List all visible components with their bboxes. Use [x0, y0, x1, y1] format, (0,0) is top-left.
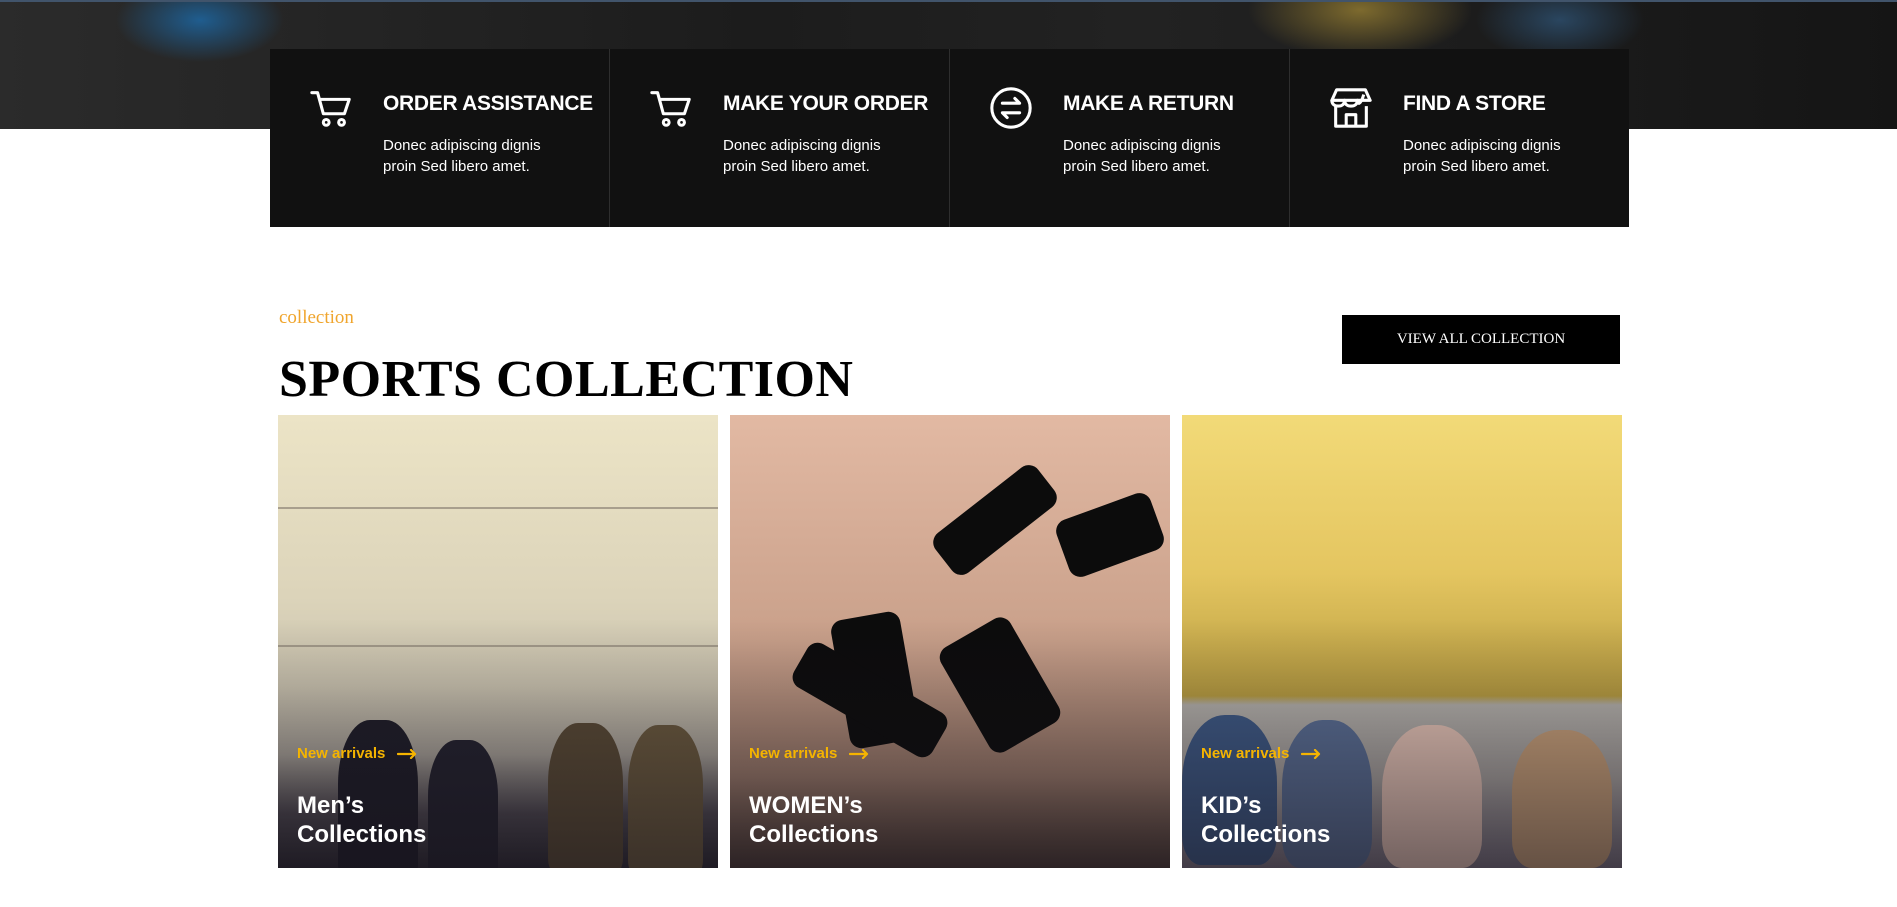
service-title: MAKE A RETURN	[1063, 92, 1234, 115]
cart-icon	[308, 85, 354, 131]
service-features-bar: ORDER ASSISTANCE Donec adipiscing dignis…	[270, 49, 1629, 227]
new-arrivals-link[interactable]: New arrivals	[749, 745, 869, 762]
service-find-a-store[interactable]: FIND A STORE Donec adipiscing dignis pro…	[1290, 49, 1629, 227]
collection-name-line2: Collections	[297, 821, 427, 848]
service-description: Donec adipiscing dignis proin Sed libero…	[1403, 137, 1561, 175]
shoe-image	[928, 460, 1062, 580]
service-make-your-order[interactable]: MAKE YOUR ORDER Donec adipiscing dignis …	[610, 49, 950, 227]
collection-name-line1: KID’s	[1201, 792, 1262, 819]
collection-name-line1: WOMEN’s	[749, 792, 863, 819]
collection-card-women[interactable]: New arrivals WOMEN’s Collections	[730, 415, 1170, 868]
wood-plank-line	[278, 507, 718, 509]
new-arrivals-link[interactable]: New arrivals	[1201, 745, 1321, 762]
new-arrivals-link[interactable]: New arrivals	[297, 745, 417, 762]
collection-name-line2: Collections	[749, 821, 879, 848]
new-arrivals-label: New arrivals	[749, 745, 838, 762]
service-title: ORDER ASSISTANCE	[383, 92, 593, 115]
view-all-collection-button[interactable]: VIEW ALL COLLECTION	[1342, 315, 1620, 364]
collection-name: WOMEN’s Collections	[749, 791, 878, 849]
arrow-right-icon	[397, 748, 417, 759]
section-title: SPORTS COLLECTION	[279, 351, 854, 408]
hero-top-line	[0, 0, 1897, 2]
collection-name-line2: Collections	[1201, 821, 1331, 848]
service-make-a-return[interactable]: MAKE A RETURN Donec adipiscing dignis pr…	[950, 49, 1290, 227]
arrow-right-icon	[849, 748, 869, 759]
service-order-assistance[interactable]: ORDER ASSISTANCE Donec adipiscing dignis…	[270, 49, 610, 227]
arrow-right-icon	[1301, 748, 1321, 759]
collection-name-line1: Men’s	[297, 792, 365, 819]
collection-name: KID’s Collections	[1201, 791, 1330, 849]
collection-name: Men’s Collections	[297, 791, 426, 849]
service-description: Donec adipiscing dignis proin Sed libero…	[1063, 137, 1221, 175]
service-title: FIND A STORE	[1403, 92, 1546, 115]
shoe-image	[1052, 489, 1168, 581]
cart-icon	[648, 85, 694, 131]
service-description: Donec adipiscing dignis proin Sed libero…	[383, 137, 541, 175]
collection-card-men[interactable]: New arrivals Men’s Collections	[278, 415, 718, 868]
new-arrivals-label: New arrivals	[1201, 745, 1290, 762]
store-icon	[1328, 85, 1374, 131]
collection-card-kids[interactable]: New arrivals KID’s Collections	[1182, 415, 1622, 868]
section-eyebrow: collection	[279, 307, 354, 328]
new-arrivals-label: New arrivals	[297, 745, 386, 762]
return-arrows-icon	[988, 85, 1034, 131]
service-description: Donec adipiscing dignis proin Sed libero…	[723, 137, 881, 175]
service-title: MAKE YOUR ORDER	[723, 92, 929, 115]
